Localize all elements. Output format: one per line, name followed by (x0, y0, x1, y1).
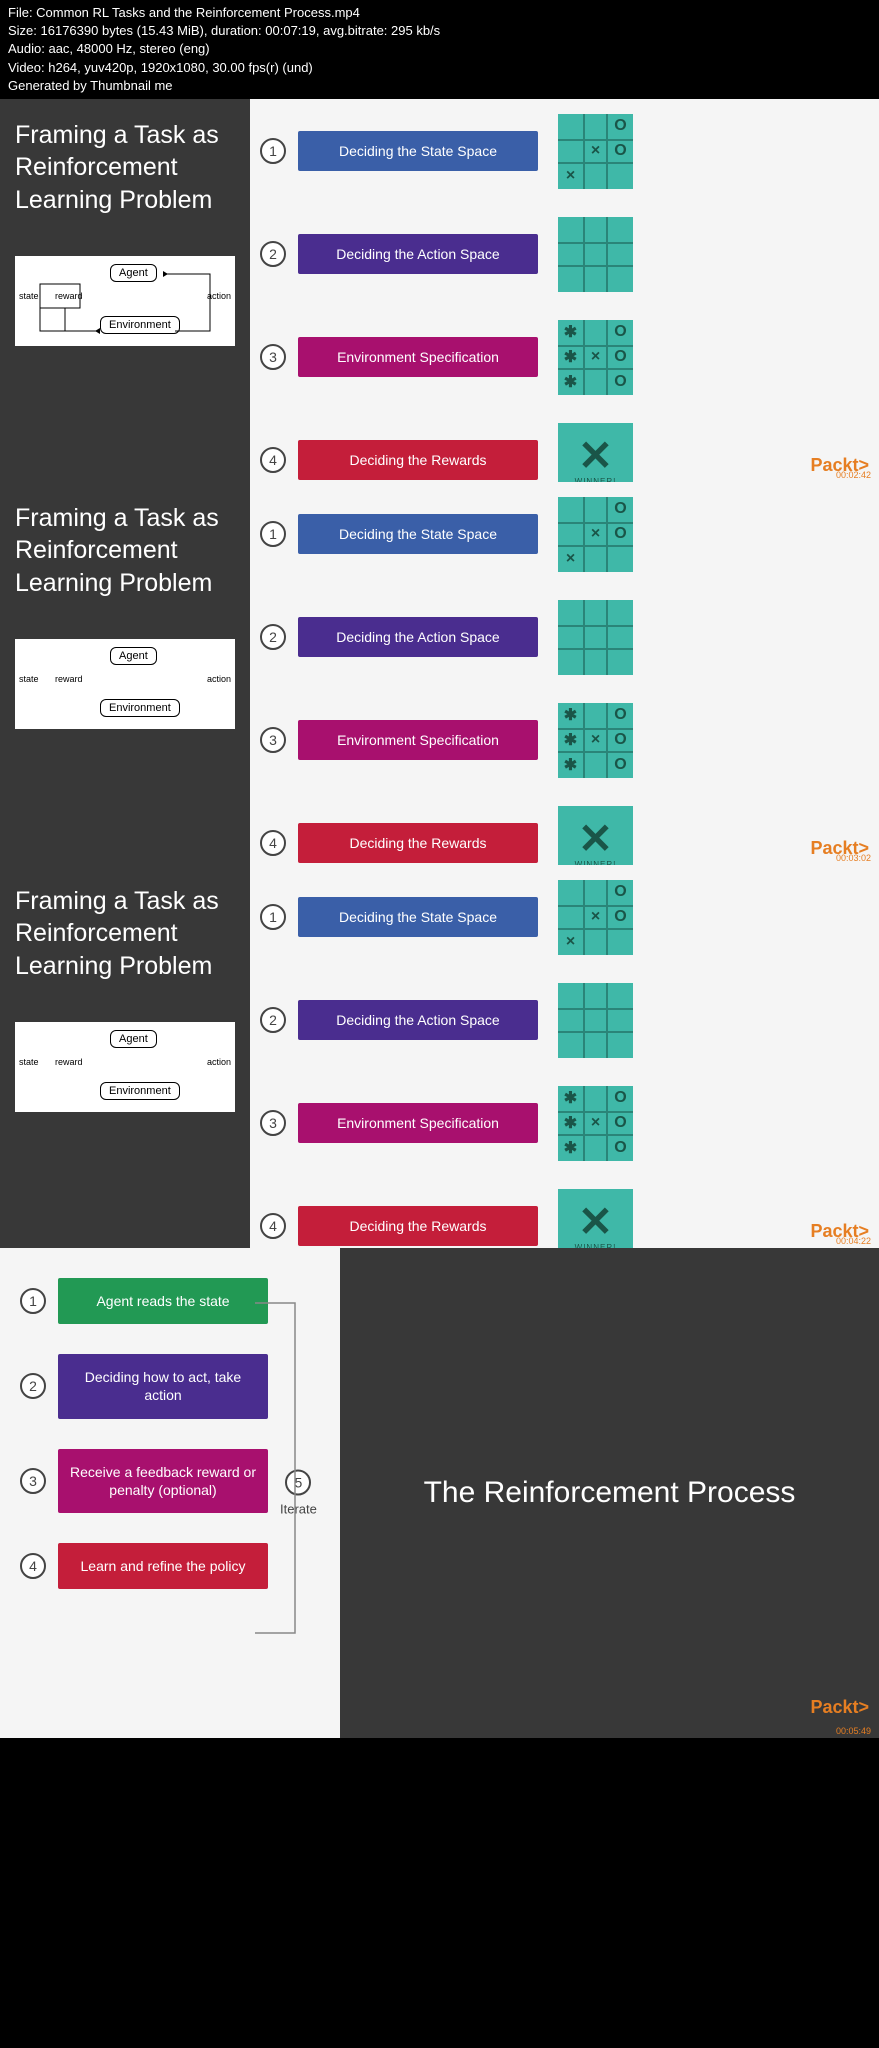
step-number-1: 1 (260, 904, 286, 930)
process-step-4: 4 Learn and refine the policy (20, 1543, 320, 1589)
step-number-3: 3 (260, 727, 286, 753)
tictactoe-empty-icon (558, 217, 633, 292)
slide-framing-3: Framing a Task as Reinforcement Learning… (0, 865, 879, 1248)
timestamp: 00:03:02 (836, 853, 871, 863)
step-number-1: 1 (260, 521, 286, 547)
meta-size: Size: 16176390 bytes (15.43 MiB), durati… (8, 22, 871, 40)
step-row-3: 3 Environment Specification ✱O✱×O✱O (260, 320, 869, 395)
agent-box: Agent (110, 647, 157, 665)
reward-label: reward (55, 1057, 83, 1067)
process-step-1: 1 Agent reads the state (20, 1278, 320, 1324)
meta-audio: Audio: aac, 48000 Hz, stereo (eng) (8, 40, 871, 58)
timestamp: 00:05:49 (836, 1726, 871, 1736)
slide-right-panel: 1 Deciding the State Space O×O× 2 Decidi… (250, 99, 879, 482)
step-number-3: 3 (260, 344, 286, 370)
slide-left-panel: Framing a Task as Reinforcement Learning… (0, 482, 250, 865)
rl-diagram: Agent Environment state reward action (15, 1022, 235, 1112)
step-rewards: Deciding the Rewards (298, 823, 538, 863)
state-label: state (19, 1057, 39, 1067)
rl-diagram: Agent Environment state reward action (15, 256, 235, 346)
step-feedback: Receive a feedback reward or penalty (op… (58, 1449, 268, 1513)
slide-framing-1: Framing a Task as Reinforcement Learning… (0, 99, 879, 482)
step-learn-refine: Learn and refine the policy (58, 1543, 268, 1589)
packt-logo: Packt> (810, 1697, 869, 1718)
step-number-2: 2 (20, 1373, 46, 1399)
step-rewards: Deciding the Rewards (298, 1206, 538, 1246)
tictactoe-icon: O×O× (558, 497, 633, 572)
state-label: state (19, 674, 39, 684)
step-state-space: Deciding the State Space (298, 514, 538, 554)
step-number-3: 3 (20, 1468, 46, 1494)
step-number-1: 1 (20, 1288, 46, 1314)
rl-arrows-icon (15, 256, 235, 346)
tictactoe-empty-icon (558, 983, 633, 1058)
step-decide-act: Deciding how to act, take action (58, 1354, 268, 1418)
step-number-4: 4 (260, 1213, 286, 1239)
step-state-space: Deciding the State Space (298, 131, 538, 171)
step-read-state: Agent reads the state (58, 1278, 268, 1324)
slide-right-panel: 1 Deciding the State Space O×O× 2 Deciding … (250, 482, 879, 865)
step-row-2: 2 Deciding the Action Space (260, 217, 869, 292)
tictactoe-icon: O×O× (558, 114, 633, 189)
step-row-1: 1 Deciding the State Space O×O× (260, 114, 869, 189)
tictactoe-empty-icon (558, 600, 633, 675)
process-right-panel: The Reinforcement Process (340, 1248, 879, 1738)
process-left-panel: 1 Agent reads the state 2 Deciding how to … (0, 1248, 340, 1738)
environment-box: Environment (100, 1082, 180, 1100)
file-metadata: File: Common RL Tasks and the Reinforcem… (0, 0, 879, 99)
step-number-4: 4 (260, 447, 286, 473)
slide-right-panel: 1 Deciding the State Space O×O× 2 Deciding … (250, 865, 879, 1248)
rl-diagram: Agent Environment state reward action (15, 639, 235, 729)
step-number-4: 4 (260, 830, 286, 856)
slide-framing-2: Framing a Task as Reinforcement Learning… (0, 482, 879, 865)
process-step-3: 3 Receive a feedback reward or penalty (o… (20, 1449, 320, 1513)
reward-label: reward (55, 674, 83, 684)
step-env-spec: Environment Specification (298, 337, 538, 377)
slide-left-panel: Framing a Task as Reinforcement Learning… (0, 99, 250, 482)
iterate-step: 5 Iterate (280, 1469, 317, 1516)
meta-file: File: Common RL Tasks and the Reinforcem… (8, 4, 871, 22)
tictactoe-env-icon: ✱O✱×O✱O (558, 1086, 633, 1161)
tictactoe-icon: O×O× (558, 880, 633, 955)
timestamp: 00:04:22 (836, 1236, 871, 1246)
step-action-space: Deciding the Action Space (298, 617, 538, 657)
step-action-space: Deciding the Action Space (298, 234, 538, 274)
step-number-4: 4 (20, 1553, 46, 1579)
step-env-spec: Environment Specification (298, 720, 538, 760)
slide-title: Framing a Task as Reinforcement Learning… (15, 119, 235, 217)
action-label: action (207, 1057, 231, 1067)
action-label: action (207, 674, 231, 684)
step-number-2: 2 (260, 624, 286, 650)
agent-box: Agent (110, 1030, 157, 1048)
environment-box: Environment (100, 699, 180, 717)
step-env-spec: Environment Specification (298, 1103, 538, 1143)
slide-left-panel: Framing a Task as Reinforcement Learning… (0, 865, 250, 1248)
tictactoe-env-icon: ✱O✱×O✱O (558, 320, 633, 395)
step-number-3: 3 (260, 1110, 286, 1136)
step-number-2: 2 (260, 241, 286, 267)
step-number-5: 5 (285, 1469, 311, 1495)
slide-process: 1 Agent reads the state 2 Deciding how to … (0, 1248, 879, 1738)
process-title: The Reinforcement Process (424, 1472, 796, 1514)
meta-video: Video: h264, yuv420p, 1920x1080, 30.00 f… (8, 59, 871, 77)
step-rewards: Deciding the Rewards (298, 440, 538, 480)
slide-title: Framing a Task as Reinforcement Learning… (15, 502, 235, 600)
slide-title: Framing a Task as Reinforcement Learning… (15, 885, 235, 983)
process-step-2: 2 Deciding how to act, take action (20, 1354, 320, 1418)
tictactoe-env-icon: ✱O✱×O✱O (558, 703, 633, 778)
timestamp: 00:02:42 (836, 470, 871, 480)
step-number-1: 1 (260, 138, 286, 164)
step-state-space: Deciding the State Space (298, 897, 538, 937)
meta-gen: Generated by Thumbnail me (8, 77, 871, 95)
step-action-space: Deciding the Action Space (298, 1000, 538, 1040)
iterate-label: Iterate (280, 1501, 317, 1516)
step-number-2: 2 (260, 1007, 286, 1033)
